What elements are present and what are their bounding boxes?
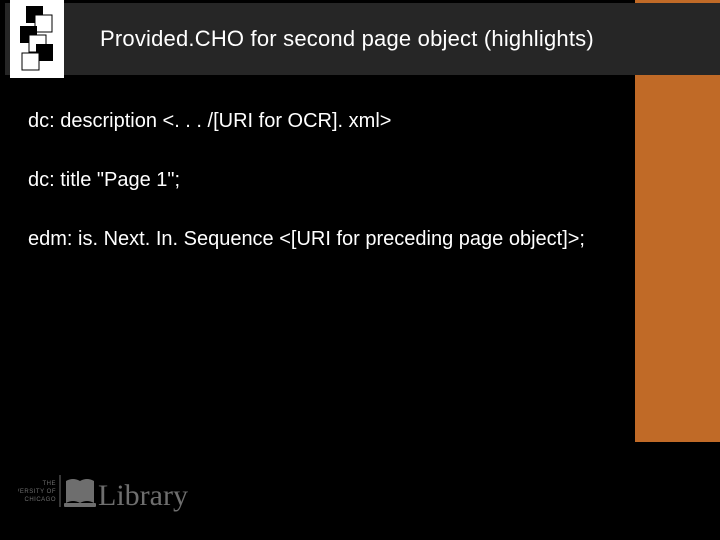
title-bar: Provided.CHO for second page object (hig… [5, 3, 720, 75]
code-line: dc: title "Page 1"; [28, 169, 690, 192]
header-logo [10, 0, 64, 78]
slide-title: Provided.CHO for second page object (hig… [100, 26, 594, 52]
code-line: edm: is. Next. In. Sequence <[URI for pr… [28, 228, 690, 251]
footer-wordmark: Library [98, 479, 188, 512]
footer-tagline: UNIVERSITY OF [18, 489, 56, 495]
footer-logo: THE UNIVERSITY OF CHICAGO Library [18, 467, 218, 526]
slide-body: dc: description <. . . /[URI for OCR]. x… [28, 110, 690, 287]
code-line: dc: description <. . . /[URI for OCR]. x… [28, 110, 690, 133]
footer-tagline: THE [43, 481, 57, 487]
footer-tagline: CHICAGO [24, 497, 56, 503]
